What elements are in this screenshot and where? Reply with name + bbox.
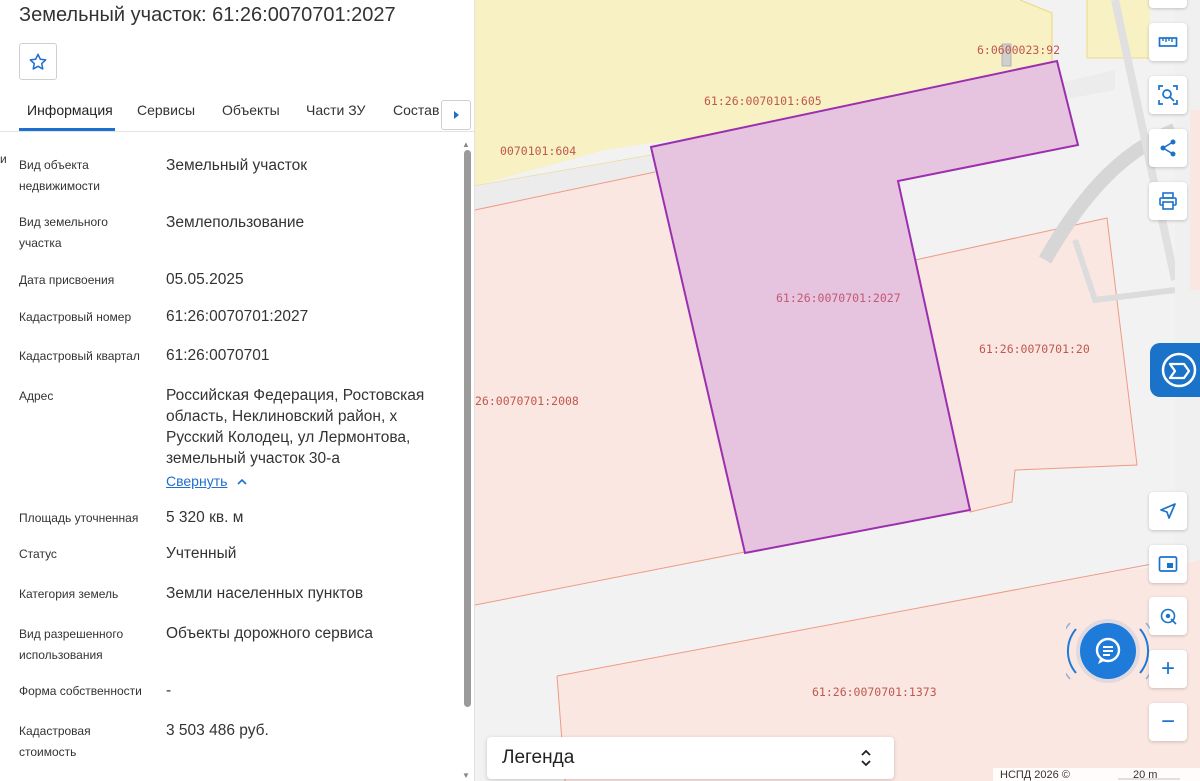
copyright-text: НСПД 2026 © bbox=[1000, 769, 1070, 781]
map-label-parcel-20: 61:26:0070701:20 bbox=[979, 342, 1090, 356]
active-tab-indicator bbox=[19, 128, 115, 131]
zoom-out-button[interactable]: − bbox=[1149, 703, 1187, 741]
navigate-button[interactable] bbox=[1149, 492, 1187, 530]
scale-text: 20 m bbox=[1133, 769, 1158, 781]
label-permitted-use: Вид разрешенного использования bbox=[19, 627, 124, 662]
triangle-right-icon bbox=[454, 111, 459, 119]
chevron-up-icon bbox=[237, 478, 247, 485]
value-parcel-type: Землепользование bbox=[166, 214, 305, 231]
value-ownership-form: - bbox=[166, 682, 172, 699]
label-status: Статус bbox=[19, 547, 57, 561]
gis-logo-icon bbox=[1161, 352, 1197, 388]
zoom-out-icon: − bbox=[1160, 708, 1175, 735]
label-land-category: Категория земель bbox=[19, 587, 119, 601]
tool-button-top[interactable] bbox=[1149, 0, 1187, 8]
value-cadastral-number: 61:26:0070701:2027 bbox=[166, 308, 309, 325]
map-label-parcel-1373: 61:26:0070701:1373 bbox=[812, 685, 937, 699]
label-address: Адрес bbox=[19, 389, 54, 403]
tab-information[interactable]: Информация bbox=[27, 102, 113, 118]
value-status: Учтенный bbox=[166, 545, 237, 562]
share-icon bbox=[1160, 139, 1176, 157]
locate-icon bbox=[1160, 608, 1177, 625]
tab-services[interactable]: Сервисы bbox=[137, 102, 195, 118]
chat-button[interactable] bbox=[1080, 623, 1136, 679]
chat-bubble-icon bbox=[1095, 637, 1121, 664]
object-info-panel: Земельный участок: 61:26:0070701:2027 Ин… bbox=[0, 0, 475, 781]
favorite-button[interactable] bbox=[19, 43, 57, 80]
gis-assistant-button[interactable] bbox=[1150, 343, 1200, 397]
value-cadastral-quarter: 61:26:0070701 bbox=[166, 347, 270, 364]
value-assign-date: 05.05.2025 bbox=[166, 271, 244, 288]
star-icon bbox=[29, 53, 47, 70]
collapse-link-label: Свернуть bbox=[166, 473, 228, 489]
label-cadastral-value: Кадастровая стоимость bbox=[19, 724, 91, 759]
value-address: Российская Федерация, Ростовская область… bbox=[166, 387, 425, 467]
label-area: Площадь уточненная bbox=[19, 511, 139, 525]
minimap-button[interactable] bbox=[1149, 545, 1187, 583]
label-assign-date: Дата присвоения bbox=[19, 273, 115, 287]
map-attribution: НСПД 2026 © 20 m bbox=[993, 768, 1200, 781]
navigate-icon bbox=[1160, 503, 1176, 519]
map-label-parcel-2008: 26:0070701:2008 bbox=[475, 394, 579, 408]
share-button[interactable] bbox=[1149, 129, 1187, 167]
collapse-address-link[interactable]: Свернуть bbox=[166, 473, 247, 489]
map-label-parcel-92: 6:0600023:92 bbox=[977, 43, 1061, 57]
scroll-up-arrow[interactable]: ▲ bbox=[462, 140, 470, 149]
zoom-in-icon: + bbox=[1160, 655, 1175, 682]
map-label-selected-parcel: 61:26:0070701:2027 bbox=[776, 291, 901, 305]
print-button[interactable] bbox=[1149, 182, 1187, 220]
value-permitted-use: Объекты дорожного сервиса bbox=[166, 625, 374, 642]
tab-parcel-parts[interactable]: Части ЗУ bbox=[306, 102, 365, 118]
tab-objects[interactable]: Объекты bbox=[222, 102, 280, 118]
tab-composition[interactable]: Состав bbox=[393, 102, 439, 118]
value-land-category: Земли населенных пунктов bbox=[166, 585, 364, 602]
panel-title: Земельный участок: 61:26:0070701:2027 bbox=[19, 4, 396, 26]
locate-button[interactable] bbox=[1149, 597, 1187, 635]
value-cadastral-value: 3 503 486 руб. bbox=[166, 722, 269, 739]
chevron-up-down-icon bbox=[861, 749, 871, 767]
scroll-down-arrow[interactable]: ▼ bbox=[462, 771, 470, 780]
panel-scrollbar[interactable] bbox=[464, 150, 471, 707]
chat-widget bbox=[1066, 615, 1150, 687]
tab-bar: Информация Сервисы Объекты Части ЗУ Сост… bbox=[0, 90, 474, 132]
legend-title: Легенда bbox=[502, 747, 575, 768]
value-area: 5 320 кв. м bbox=[166, 509, 244, 526]
zoom-in-button[interactable]: + bbox=[1149, 650, 1187, 688]
label-cadastral-quarter: Кадастровый квартал bbox=[19, 349, 140, 363]
value-object-type: Земельный участок bbox=[166, 157, 308, 174]
minimap-icon bbox=[1158, 556, 1178, 572]
label-cadastral-number: Кадастровый номер bbox=[19, 310, 132, 324]
label-object-type: Вид объекта недвижимости bbox=[19, 158, 100, 193]
label-parcel-type: Вид земельного участка bbox=[19, 215, 108, 250]
measure-button[interactable] bbox=[1149, 23, 1187, 61]
tabs-scroll-right-button[interactable] bbox=[441, 100, 471, 130]
legend-dropdown[interactable]: Легенда bbox=[487, 737, 894, 779]
area-select-button[interactable] bbox=[1149, 76, 1187, 114]
area-select-icon bbox=[1158, 85, 1178, 105]
label-ownership-form: Форма собственности bbox=[19, 684, 142, 698]
map-label-parcel-605: 61:26:0070101:605 bbox=[704, 94, 822, 108]
print-icon bbox=[1159, 192, 1177, 210]
clipped-text-fragment: и bbox=[0, 152, 7, 166]
ruler-icon bbox=[1158, 37, 1178, 47]
map-label-parcel-604: 0070101:604 bbox=[500, 144, 577, 158]
